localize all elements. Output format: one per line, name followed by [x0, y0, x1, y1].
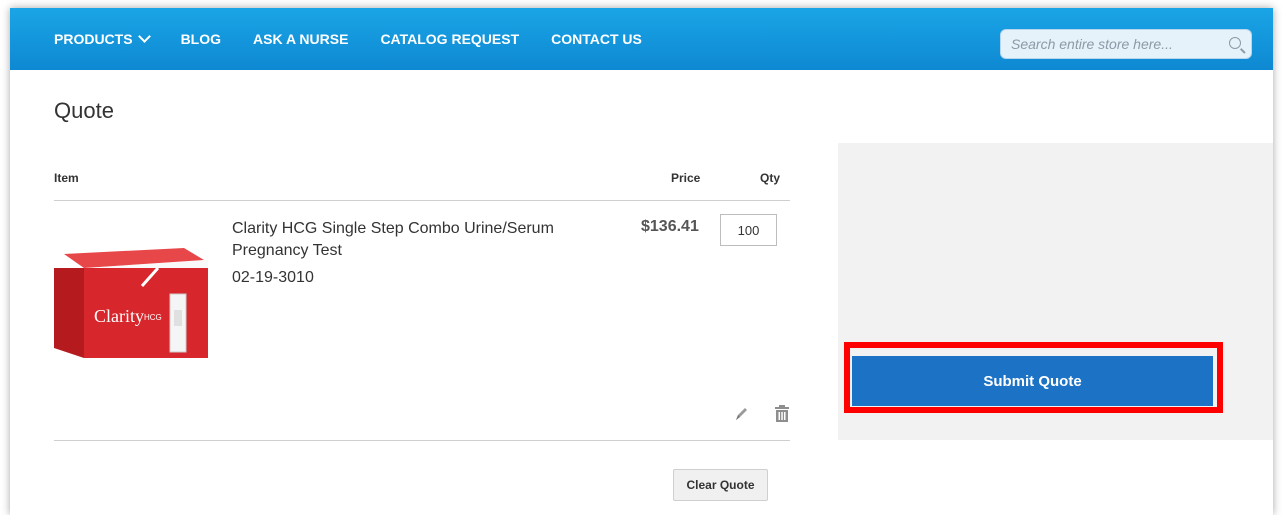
clear-quote-button[interactable]: Clear Quote — [673, 469, 768, 501]
product-sku: 02-19-3010 — [232, 269, 314, 286]
quantity-input[interactable] — [720, 214, 777, 246]
nav-products-label: PRODUCTS — [54, 31, 133, 47]
nav-blog-label: BLOG — [180, 31, 222, 47]
submit-quote-button[interactable]: Submit Quote — [852, 356, 1213, 406]
nav-ask-a-nurse-label: ASK A NURSE — [253, 31, 349, 47]
nav-ask-a-nurse[interactable]: ASK A NURSE — [253, 31, 348, 47]
nav-catalog-request-label: CATALOG REQUEST — [380, 31, 520, 47]
nav-products[interactable]: PRODUCTS — [54, 29, 151, 47]
page-title: Quote — [54, 98, 114, 123]
page-frame: PRODUCTS BLOG ASK A NURSE CATALOG REQUES… — [10, 8, 1273, 515]
chevron-down-icon — [137, 29, 151, 43]
column-header-price: Price — [671, 171, 701, 185]
nav-contact-us[interactable]: CONTACT US — [551, 31, 642, 47]
nav-blog[interactable]: BLOG — [181, 31, 221, 47]
table-footer-divider — [54, 440, 790, 441]
nav-contact-us-label: CONTACT US — [551, 31, 642, 47]
product-image-sub: HCG — [144, 313, 162, 322]
main-nav: PRODUCTS BLOG ASK A NURSE CATALOG REQUES… — [54, 8, 674, 70]
search-input[interactable] — [1001, 30, 1231, 58]
column-header-item: Item — [54, 171, 79, 185]
edit-pencil-icon[interactable] — [734, 406, 748, 422]
column-header-qty: Qty — [760, 171, 781, 185]
product-price: $136.41 — [641, 218, 699, 235]
product-image-brand: Clarity — [94, 306, 144, 326]
delete-trash-icon[interactable] — [774, 405, 790, 423]
top-navigation-bar: PRODUCTS BLOG ASK A NURSE CATALOG REQUES… — [10, 8, 1273, 70]
product-name[interactable]: Clarity HCG Single Step Combo Urine/Seru… — [232, 218, 634, 262]
product-image[interactable]: Clarity HCG — [54, 240, 214, 358]
search-icon[interactable] — [1229, 37, 1241, 49]
table-header-divider — [54, 200, 790, 201]
search-box — [1000, 29, 1252, 59]
nav-catalog-request[interactable]: CATALOG REQUEST — [380, 31, 519, 47]
